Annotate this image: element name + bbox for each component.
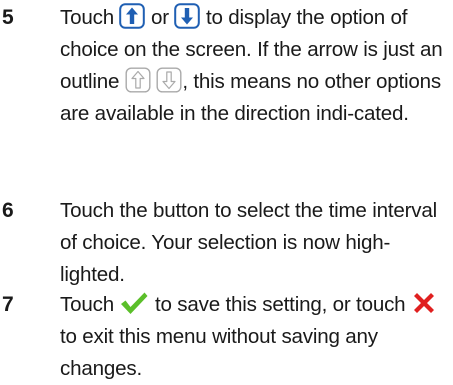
arrow-up-outline-icon [125, 67, 151, 93]
step-text: Touch the button to select the time inte… [60, 199, 437, 286]
step-text-part: Touch [60, 6, 114, 29]
step-text-part: to save this setting, or touch [155, 293, 406, 316]
step-number: 5 [2, 6, 14, 29]
step-text-part: to exit this menu without saving any cha… [60, 325, 378, 380]
checkmark-icon [119, 290, 149, 316]
cross-icon [411, 290, 437, 316]
arrow-down-outline-icon [156, 67, 182, 93]
step-number: 6 [2, 199, 14, 222]
arrow-down-icon [174, 3, 201, 29]
step-text-part: Touch [60, 293, 114, 316]
step-text-part: or [151, 6, 169, 29]
arrow-up-icon [119, 3, 146, 29]
step-text: Touch or to display the option of choice… [60, 2, 452, 130]
step-number: 7 [2, 293, 14, 316]
step-text: Touch to save this setting, or touch to … [60, 289, 452, 385]
